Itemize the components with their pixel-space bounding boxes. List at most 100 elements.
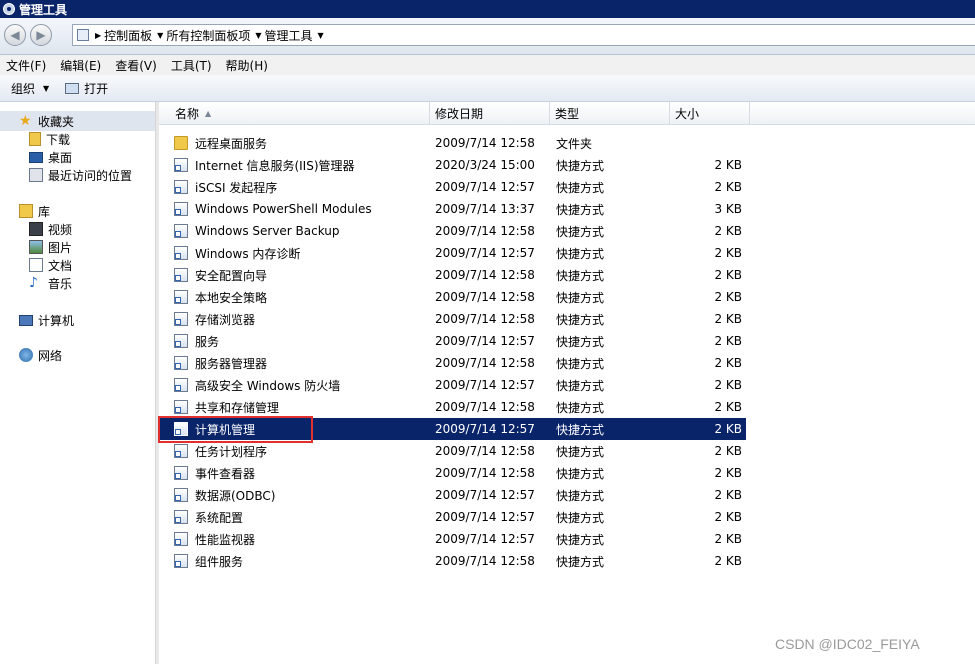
- file-type: 快捷方式: [556, 356, 605, 371]
- breadcrumb-chevron-icon[interactable]: ▼: [318, 31, 324, 40]
- table-row[interactable]: Internet 信息服务(IIS)管理器 2020/3/24 15:00 快捷方式…: [159, 154, 746, 176]
- shortcut-icon: [174, 400, 188, 414]
- table-row[interactable]: 服务器管理器 2009/7/14 12:58 快捷方式 2 KB: [159, 352, 746, 374]
- nav-music[interactable]: ♪ 音乐: [29, 274, 72, 292]
- file-name-cell: Windows 内存诊断: [174, 242, 300, 264]
- video-icon: [29, 222, 43, 236]
- menu-help[interactable]: 帮助(H): [226, 57, 268, 74]
- shortcut-icon: [174, 312, 188, 326]
- file-name-cell: 系统配置: [174, 506, 243, 528]
- nav-music-label: 音乐: [48, 276, 73, 291]
- open-icon: [65, 82, 80, 94]
- back-button[interactable]: ◀: [4, 24, 26, 46]
- breadcrumb-chevron-icon[interactable]: ▼: [255, 31, 261, 40]
- menu-tools[interactable]: 工具(T): [171, 57, 212, 74]
- column-date-label: 修改日期: [435, 106, 484, 121]
- column-header: 名称 ▲ 修改日期 类型 大小: [159, 102, 975, 125]
- file-name: 计算机管理: [195, 422, 256, 437]
- file-size: 2 KB: [714, 180, 742, 194]
- table-row[interactable]: 任务计划程序 2009/7/14 12:58 快捷方式 2 KB: [159, 440, 746, 462]
- file-size: 2 KB: [714, 356, 742, 370]
- recent-places-icon: [29, 168, 43, 182]
- table-row[interactable]: 共享和存储管理 2009/7/14 12:58 快捷方式 2 KB: [159, 396, 746, 418]
- table-row[interactable]: Windows PowerShell Modules 2009/7/14 13:3…: [159, 198, 746, 220]
- network-icon: [19, 348, 33, 362]
- table-row[interactable]: 计算机管理 2009/7/14 12:57 快捷方式 2 KB: [159, 418, 746, 440]
- breadcrumb-chevron-icon[interactable]: ▼: [157, 31, 163, 40]
- address-row: ◀ ▶ ▶ 控制面板 ▼ 所有控制面板项 ▼ 管理工具 ▼: [0, 18, 975, 55]
- table-row[interactable]: 数据源(ODBC) 2009/7/14 12:57 快捷方式 2 KB: [159, 484, 746, 506]
- modified-date: 2009/7/14 12:57: [435, 378, 535, 392]
- file-name-cell: Windows Server Backup: [174, 220, 340, 242]
- organize-button[interactable]: 组织 ▼: [11, 80, 49, 97]
- open-button[interactable]: 打开: [65, 80, 108, 97]
- file-type: 快捷方式: [556, 532, 605, 547]
- file-name: 服务: [195, 334, 220, 349]
- file-type: 快捷方式: [556, 510, 605, 525]
- file-name-cell: 高级安全 Windows 防火墙: [174, 374, 340, 396]
- modified-date: 2009/7/14 12:58: [435, 224, 535, 238]
- column-name[interactable]: 名称 ▲: [159, 102, 430, 124]
- nav-videos[interactable]: 视频: [29, 220, 72, 238]
- table-row[interactable]: 事件查看器 2009/7/14 12:58 快捷方式 2 KB: [159, 462, 746, 484]
- table-row[interactable]: iSCSI 发起程序 2009/7/14 12:57 快捷方式 2 KB: [159, 176, 746, 198]
- table-row[interactable]: Windows 内存诊断 2009/7/14 12:57 快捷方式 2 KB: [159, 242, 746, 264]
- folder-icon: [174, 136, 188, 150]
- file-name-cell: 服务器管理器: [174, 352, 267, 374]
- nav-documents[interactable]: 文档: [29, 256, 72, 274]
- table-row[interactable]: 远程桌面服务 2009/7/14 12:58 文件夹: [159, 132, 746, 154]
- file-type: 快捷方式: [556, 290, 605, 305]
- shortcut-icon: [174, 180, 188, 194]
- admin-tools-icon: [3, 3, 15, 15]
- file-name-cell: 数据源(ODBC): [174, 484, 275, 506]
- table-row[interactable]: Windows Server Backup 2009/7/14 12:58 快捷方式…: [159, 220, 746, 242]
- file-list: 名称 ▲ 修改日期 类型 大小 远程桌面服务 2009/7/14 12:58 文件夹…: [159, 102, 975, 664]
- forward-button[interactable]: ▶: [30, 24, 52, 46]
- table-row[interactable]: 高级安全 Windows 防火墙 2009/7/14 12:57 快捷方式 2 KB: [159, 374, 746, 396]
- navigation-pane: ★ 收藏夹 下载 桌面 最近访问的位置 库 视频 图片 文档 ♪ 音乐 计算机 …: [0, 102, 156, 664]
- file-type: 快捷方式: [556, 246, 605, 261]
- column-date[interactable]: 修改日期: [430, 102, 550, 124]
- nav-pictures[interactable]: 图片: [29, 238, 72, 256]
- table-row[interactable]: 系统配置 2009/7/14 12:57 快捷方式 2 KB: [159, 506, 746, 528]
- nav-computer[interactable]: 计算机: [19, 311, 74, 329]
- modified-date: 2009/7/14 12:58: [435, 554, 535, 568]
- file-size: 2 KB: [714, 444, 742, 458]
- modified-date: 2009/7/14 12:57: [435, 334, 535, 348]
- file-type: 快捷方式: [556, 334, 605, 349]
- nav-libraries-label: 库: [38, 204, 51, 219]
- column-type[interactable]: 类型: [550, 102, 670, 124]
- title-bar[interactable]: 管理工具: [0, 0, 975, 18]
- nav-network[interactable]: 网络: [19, 346, 62, 364]
- table-row[interactable]: 组件服务 2009/7/14 12:58 快捷方式 2 KB: [159, 550, 746, 572]
- modified-date: 2009/7/14 12:57: [435, 532, 535, 546]
- window-title: 管理工具: [19, 2, 68, 17]
- breadcrumb-control-panel[interactable]: 控制面板: [104, 27, 152, 44]
- breadcrumb-chevron-icon[interactable]: ▶: [95, 31, 101, 40]
- nav-favorites[interactable]: ★ 收藏夹: [19, 112, 74, 130]
- menu-file[interactable]: 文件(F): [6, 57, 46, 74]
- modified-date: 2009/7/14 12:58: [435, 400, 535, 414]
- nav-libraries[interactable]: 库: [19, 202, 50, 220]
- music-icon: ♪: [29, 275, 38, 291]
- address-bar[interactable]: ▶ 控制面板 ▼ 所有控制面板项 ▼ 管理工具 ▼: [72, 24, 975, 46]
- shortcut-icon: [174, 378, 188, 392]
- table-row[interactable]: 本地安全策略 2009/7/14 12:58 快捷方式 2 KB: [159, 286, 746, 308]
- column-type-label: 类型: [555, 106, 580, 121]
- menu-edit[interactable]: 编辑(E): [60, 57, 101, 74]
- breadcrumb-admin-tools[interactable]: 管理工具: [265, 27, 313, 44]
- nav-downloads[interactable]: 下载: [29, 130, 70, 148]
- breadcrumb-all-items[interactable]: 所有控制面板项: [166, 27, 250, 44]
- nav-recent[interactable]: 最近访问的位置: [29, 166, 132, 184]
- file-size: 2 KB: [714, 158, 742, 172]
- file-type: 快捷方式: [556, 378, 605, 393]
- menu-view[interactable]: 查看(V): [115, 57, 157, 74]
- table-row[interactable]: 存储浏览器 2009/7/14 12:58 快捷方式 2 KB: [159, 308, 746, 330]
- nav-desktop[interactable]: 桌面: [29, 148, 72, 166]
- file-type: 快捷方式: [556, 202, 605, 217]
- modified-date: 2009/7/14 12:57: [435, 180, 535, 194]
- table-row[interactable]: 服务 2009/7/14 12:57 快捷方式 2 KB: [159, 330, 746, 352]
- column-size[interactable]: 大小: [670, 102, 750, 124]
- table-row[interactable]: 安全配置向导 2009/7/14 12:58 快捷方式 2 KB: [159, 264, 746, 286]
- table-row[interactable]: 性能监视器 2009/7/14 12:57 快捷方式 2 KB: [159, 528, 746, 550]
